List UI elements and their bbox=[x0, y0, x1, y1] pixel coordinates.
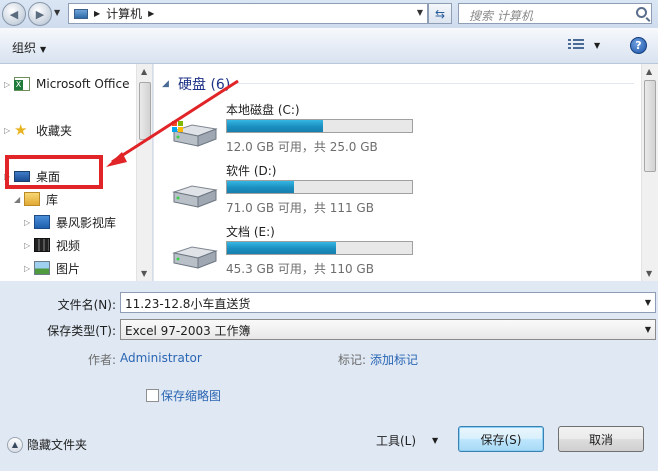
nav-item-label: 库 bbox=[46, 192, 59, 207]
video-library-icon bbox=[34, 215, 50, 229]
expand-arrow-icon[interactable]: ▷ bbox=[24, 264, 34, 273]
nav-item-label: 视频 bbox=[56, 238, 81, 253]
forward-arrow-icon: ▶ bbox=[35, 7, 45, 21]
computer-icon bbox=[74, 8, 88, 19]
author-field[interactable]: Administrator bbox=[120, 351, 202, 365]
drive-name: 文档 (E:) bbox=[226, 225, 275, 239]
search-placeholder: 搜索 计算机 bbox=[469, 9, 533, 23]
nav-item-label: 收藏夹 bbox=[36, 123, 73, 138]
hide-folders-label: 隐藏文件夹 bbox=[27, 438, 88, 452]
address-box[interactable]: ▶ 计算机 ▶ ▼ bbox=[68, 3, 428, 24]
author-label: 作者: bbox=[88, 353, 117, 367]
save-button[interactable]: 保存(S) bbox=[458, 426, 544, 452]
collapse-arrow-icon[interactable]: ◢ bbox=[14, 195, 24, 204]
drive-name: 软件 (D:) bbox=[226, 164, 277, 178]
save-thumbnail-label[interactable]: 保存缩略图 bbox=[161, 387, 221, 404]
organize-menu-button[interactable]: 组织 ▼ bbox=[12, 39, 46, 56]
breadcrumb-computer[interactable]: 计算机 bbox=[106, 5, 142, 22]
star-icon: ★ bbox=[14, 121, 28, 139]
scroll-up-icon[interactable]: ▲ bbox=[646, 67, 652, 76]
refresh-icon: ⇆ bbox=[434, 6, 446, 21]
scrollbar-thumb[interactable] bbox=[139, 82, 151, 140]
tags-field[interactable]: 添加标记 bbox=[370, 351, 418, 368]
drive-free-space: 71.0 GB 可用，共 111 GB bbox=[226, 201, 374, 215]
tags-label: 标记: bbox=[338, 353, 367, 367]
drive-name: 本地磁盘 (C:) bbox=[226, 103, 300, 117]
filename-input[interactable]: 11.23-12.8小车直送货 ▼ bbox=[120, 292, 656, 313]
nav-item-videos[interactable]: ▷ 视频 bbox=[24, 235, 80, 255]
drive-free-space: 45.3 GB 可用，共 110 GB bbox=[226, 262, 374, 276]
breadcrumb-chevron-icon[interactable]: ▶ bbox=[94, 9, 100, 18]
content-scrollbar[interactable]: ▲ ▼ bbox=[641, 64, 658, 281]
forward-button[interactable]: ▶ bbox=[28, 2, 52, 26]
filename-label: 文件名(N): bbox=[57, 298, 116, 312]
drive-free-space: 12.0 GB 可用，共 25.0 GB bbox=[226, 140, 378, 154]
search-icon[interactable] bbox=[636, 7, 647, 18]
scroll-down-icon[interactable]: ▼ bbox=[646, 269, 652, 278]
nav-item-label: 暴风影视库 bbox=[56, 215, 117, 230]
refresh-button[interactable]: ⇆ bbox=[428, 3, 452, 24]
cancel-button[interactable]: 取消 bbox=[558, 426, 644, 452]
nav-item-label: 图片 bbox=[56, 261, 81, 276]
expand-arrow-icon[interactable]: ▷ bbox=[24, 241, 34, 250]
recent-pages-dropdown[interactable]: ▼ bbox=[54, 8, 60, 17]
scroll-up-icon[interactable]: ▲ bbox=[141, 67, 147, 76]
picture-icon bbox=[34, 261, 50, 275]
group-title: 硬盘 (6) bbox=[178, 77, 231, 93]
content-pane: ◢ 硬盘 (6) 本地磁盘 (C:) 12.0 GB 可用，共 25.0 GB … bbox=[154, 64, 658, 281]
chevron-down-icon[interactable]: ▼ bbox=[645, 298, 651, 307]
breadcrumb-chevron-icon[interactable]: ▶ bbox=[148, 9, 154, 18]
excel-icon: X bbox=[14, 77, 30, 91]
search-input[interactable]: 搜索 计算机 bbox=[458, 3, 652, 24]
drive-usage-bar bbox=[226, 241, 413, 255]
group-header-hard-disks[interactable]: ◢ 硬盘 (6) bbox=[162, 74, 230, 94]
view-options-dropdown-icon[interactable]: ▼ bbox=[594, 41, 600, 50]
collapse-arrow-icon[interactable]: ◢ bbox=[162, 79, 172, 89]
hard-drive-icon bbox=[172, 246, 218, 269]
help-icon[interactable]: ? bbox=[630, 37, 647, 54]
scroll-down-icon[interactable]: ▼ bbox=[141, 269, 147, 278]
savetype-value: Excel 97-2003 工作簿 bbox=[125, 324, 251, 338]
scrollbar-thumb[interactable] bbox=[644, 80, 656, 172]
tools-menu-button[interactable]: 工具(L) bbox=[376, 432, 416, 449]
drive-item[interactable]: 软件 (D:) 71.0 GB 可用，共 111 GB bbox=[170, 162, 430, 218]
drive-usage-bar bbox=[226, 180, 413, 194]
expand-arrow-icon[interactable]: ▷ bbox=[4, 80, 14, 89]
savetype-label: 保存类型(T): bbox=[47, 324, 116, 338]
nav-item-video-library[interactable]: ▷ 暴风影视库 bbox=[24, 212, 116, 232]
filename-value: 11.23-12.8小车直送货 bbox=[125, 297, 251, 311]
group-divider bbox=[234, 83, 634, 84]
back-arrow-icon: ◀ bbox=[9, 7, 19, 21]
nav-item-favorites[interactable]: ▷ ★ 收藏夹 bbox=[4, 120, 72, 140]
nav-item-label: Microsoft Office bbox=[36, 77, 130, 91]
address-dropdown-icon[interactable]: ▼ bbox=[417, 8, 423, 17]
change-view-icon[interactable] bbox=[568, 39, 584, 53]
chevron-down-icon[interactable]: ▼ bbox=[432, 436, 438, 445]
hard-drive-icon bbox=[172, 185, 218, 208]
chevron-down-icon[interactable]: ▼ bbox=[645, 325, 651, 334]
annotation-highlight-box bbox=[5, 155, 103, 189]
expand-arrow-icon[interactable]: ▷ bbox=[4, 126, 14, 135]
address-bar-row: ◀ ▶ ▼ ▶ 计算机 ▶ ▼ ⇆ 搜索 计算机 bbox=[0, 0, 658, 28]
windows-drive-icon bbox=[172, 121, 218, 147]
save-thumbnail-checkbox[interactable] bbox=[146, 389, 159, 402]
back-button[interactable]: ◀ bbox=[2, 2, 26, 26]
drive-item[interactable]: 本地磁盘 (C:) 12.0 GB 可用，共 25.0 GB bbox=[170, 101, 430, 157]
save-form: 文件名(N): 11.23-12.8小车直送货 ▼ 保存类型(T): Excel… bbox=[0, 281, 658, 471]
nav-pane-scrollbar[interactable]: ▲ ▼ bbox=[136, 64, 152, 281]
toolbar: 组织 ▼ ▼ ? bbox=[0, 28, 658, 64]
video-icon bbox=[34, 238, 50, 252]
library-icon bbox=[24, 192, 40, 206]
organize-label: 组织 bbox=[12, 41, 37, 55]
chevron-up-icon: ▲ bbox=[7, 436, 23, 453]
drive-item[interactable]: 文档 (E:) 45.3 GB 可用，共 110 GB bbox=[170, 223, 430, 279]
nav-item-microsoft-office[interactable]: ▷ X Microsoft Office bbox=[4, 74, 129, 94]
savetype-select[interactable]: Excel 97-2003 工作簿 ▼ bbox=[120, 319, 656, 340]
nav-item-pictures[interactable]: ▷ 图片 bbox=[24, 258, 80, 278]
hide-folders-button[interactable]: ▲ 隐藏文件夹 bbox=[7, 436, 87, 453]
nav-item-libraries[interactable]: ◢ 库 bbox=[14, 189, 58, 209]
chevron-down-icon: ▼ bbox=[40, 45, 47, 54]
drive-usage-bar bbox=[226, 119, 413, 133]
expand-arrow-icon[interactable]: ▷ bbox=[24, 218, 34, 227]
